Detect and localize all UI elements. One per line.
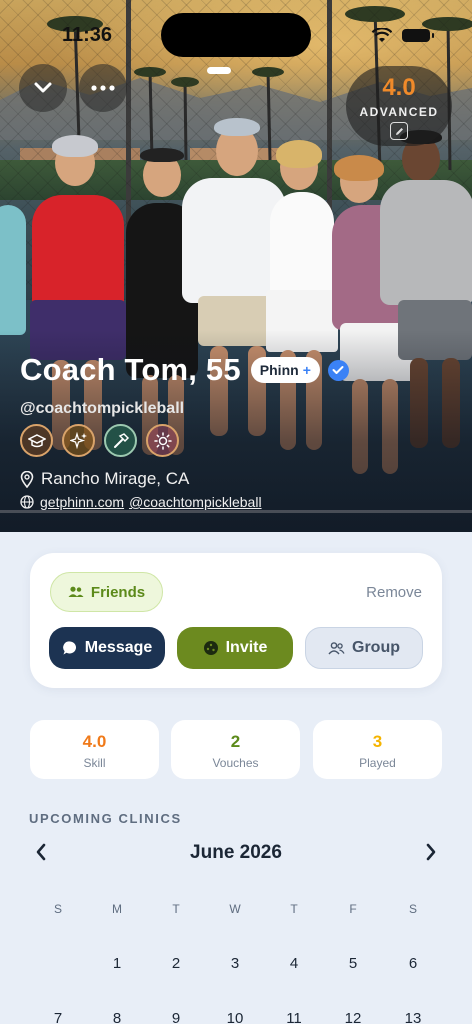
dynamic-island [161,13,311,57]
sheet-grabber[interactable] [207,67,231,74]
calendar-day[interactable]: 8 [102,1010,132,1024]
invite-label: Invite [225,639,268,656]
skill-level-badge[interactable]: 4.0 ADVANCED [346,66,452,146]
friends-label: Friends [90,583,146,601]
chevron-left-icon [36,843,46,861]
social-link[interactable]: @coachtompickleball [129,494,262,510]
wifi-icon [372,28,392,42]
profile-actions-card: Friends Remove Message Invite Group [30,553,442,688]
calendar-day[interactable]: 13 [398,1010,428,1024]
calendar-day[interactable]: 9 [161,1010,191,1024]
next-month-button[interactable] [421,842,441,862]
links-row: getphinn.com @coachtompickleball [20,494,262,510]
stat-value: 3 [372,732,383,751]
calendar-day[interactable]: 6 [398,955,428,972]
sun-icon[interactable] [146,424,179,457]
pickleball-icon [203,641,218,655]
message-button[interactable]: Message [49,627,165,669]
calendar-day[interactable]: 4 [279,955,309,972]
ellipsis-icon [91,85,115,91]
globe-icon [20,495,34,509]
calendar-day[interactable]: 3 [220,955,250,972]
remove-friend-link[interactable]: Remove [366,584,422,601]
group-icon [328,641,345,654]
profile-handle: @coachtompickleball [20,400,185,417]
calendar-day[interactable]: 7 [43,1010,73,1024]
achievement-badges [20,424,179,457]
friends-status-button[interactable]: Friends [50,572,163,612]
weekday-header: W [229,902,241,916]
message-label: Message [84,639,153,656]
profile-name: Coach Tom, 55 [20,352,241,387]
calendar-day[interactable]: 12 [338,1010,368,1024]
weekday-header: S [408,902,417,916]
weekday-header: T [172,902,180,916]
weekday-header: S [53,902,62,916]
stat-label: Played [359,756,396,770]
weekday-header: T [290,902,298,916]
group-label: Group [352,639,400,656]
stat-card-vouches[interactable]: 2 Vouches [171,720,300,779]
location-row: Rancho Mirage, CA [20,469,189,489]
more-options-button[interactable] [79,64,127,112]
calendar-day[interactable]: 10 [220,1010,250,1024]
stat-label: Vouches [212,756,259,770]
calendar-day[interactable]: 2 [161,955,191,972]
website-link[interactable]: getphinn.com [40,494,124,510]
calendar-day[interactable]: 11 [279,1010,309,1024]
weekday-header: M [112,902,122,916]
verified-check-icon [327,359,349,381]
collapse-button[interactable] [19,64,67,112]
sparkles-icon[interactable] [62,424,95,457]
weekday-header: F [349,902,357,916]
phinn-plus-badge[interactable]: Phinn + [250,357,320,383]
graduation-cap-icon[interactable] [20,424,53,457]
chat-bubble-icon [62,641,76,655]
location-text: Rancho Mirage, CA [41,469,190,488]
phinn-label: Phinn [259,362,299,378]
calendar-day[interactable]: 5 [338,955,368,972]
hammer-icon[interactable] [104,424,137,457]
level-label: ADVANCED [359,105,439,119]
location-pin-icon [20,470,34,488]
previous-month-button[interactable] [31,842,51,862]
profile-name-row: Coach Tom, 55 Phinn + [20,352,349,388]
stat-label: Skill [83,756,106,770]
people-icon [68,586,84,597]
stat-value: 4.0 [82,732,107,751]
status-time: 11:36 [62,24,113,46]
edit-icon[interactable] [390,122,408,140]
calendar-month-title: June 2026 [190,842,282,863]
group-button[interactable]: Group [305,627,423,669]
stat-value: 2 [230,732,241,751]
calendar-day[interactable]: 1 [102,955,132,972]
stat-card-played[interactable]: 3 Played [313,720,442,779]
chevron-down-icon [34,82,52,93]
section-title-clinics: UPCOMING CLINICS [29,811,182,826]
battery-icon [402,29,434,42]
invite-button[interactable]: Invite [177,627,293,669]
phinn-plus-sign: + [302,362,311,378]
chevron-right-icon [426,843,436,861]
level-value: 4.0 [382,74,416,101]
stat-card-skill[interactable]: 4.0 Skill [30,720,159,779]
